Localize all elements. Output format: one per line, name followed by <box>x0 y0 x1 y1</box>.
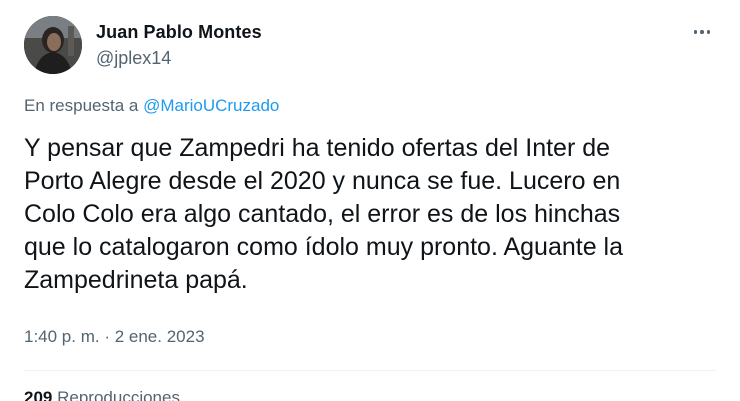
tweet-time-link[interactable]: 1:40 p. m. <box>24 327 100 346</box>
avatar[interactable] <box>24 16 82 74</box>
more-horizontal-icon-dot <box>700 30 704 34</box>
more-options-button[interactable] <box>688 20 716 44</box>
tweet-timestamp: 1:40 p. m. · 2 ene. 2023 <box>24 327 205 347</box>
author-display-name[interactable]: Juan Pablo Montes <box>96 22 262 43</box>
more-horizontal-icon-dot <box>706 30 711 34</box>
profile-photo-icon <box>24 16 82 74</box>
tweet-date-link[interactable]: 2 ene. 2023 <box>115 327 205 346</box>
reply-prefix: En respuesta a <box>24 96 144 115</box>
author-handle[interactable]: @jplex14 <box>96 48 171 69</box>
reply-context: En respuesta a @MarioUCruzado <box>24 96 279 116</box>
more-horizontal-icon <box>693 30 698 34</box>
timestamp-separator: · <box>99 327 115 346</box>
view-stats[interactable]: 209 Reproducciones <box>24 388 180 401</box>
view-count: 209 <box>24 388 53 401</box>
divider <box>24 370 716 371</box>
reply-mention-link[interactable]: @MarioUCruzado <box>143 96 279 115</box>
tweet-text: Y pensar que Zampedri ha tenido ofertas … <box>24 134 624 294</box>
view-label: Reproducciones <box>57 388 180 401</box>
tweet-card: Juan Pablo Montes @jplex14 En respuesta … <box>0 0 740 401</box>
